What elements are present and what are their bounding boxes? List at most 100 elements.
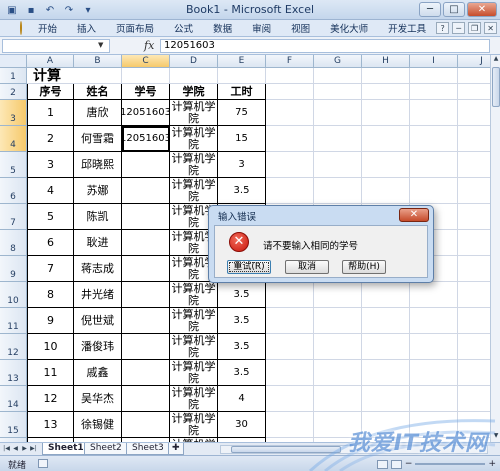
cell-a5[interactable]: 3 xyxy=(27,152,74,178)
cell-g3[interactable] xyxy=(314,100,362,126)
column-header-i[interactable]: I xyxy=(410,55,458,68)
formula-input[interactable]: 12051603 xyxy=(160,39,490,53)
column-header-f[interactable]: F xyxy=(266,55,314,68)
column-header-g[interactable]: G xyxy=(314,55,362,68)
doc-close-icon[interactable]: ✕ xyxy=(484,22,498,34)
tab-data[interactable]: 数据 xyxy=(203,21,242,35)
row-header-5[interactable]: 5 xyxy=(0,152,27,178)
cell-d5[interactable]: 计算机学院 xyxy=(170,152,218,178)
cell-a13[interactable]: 11 xyxy=(27,360,74,386)
cell-b15[interactable]: 徐锡健 xyxy=(74,412,122,438)
cell-h4[interactable] xyxy=(362,126,410,152)
cell-b7[interactable]: 陈凯 xyxy=(74,204,122,230)
row-header-4[interactable]: 4 xyxy=(0,126,27,152)
cell-c7[interactable] xyxy=(122,204,170,230)
cell-a15[interactable]: 13 xyxy=(27,412,74,438)
cell-e2[interactable]: 工时 xyxy=(218,84,266,100)
cell-h10[interactable] xyxy=(362,282,410,308)
cell-a3[interactable]: 1 xyxy=(27,100,74,126)
cell-e14[interactable]: 4 xyxy=(218,386,266,412)
cell-j4[interactable] xyxy=(458,126,490,152)
cell-c13[interactable] xyxy=(122,360,170,386)
row-header-11[interactable]: 11 xyxy=(0,308,27,334)
doc-restore-icon[interactable]: ❐ xyxy=(468,22,482,34)
cell-b14[interactable]: 吴华杰 xyxy=(74,386,122,412)
cell-c1[interactable] xyxy=(122,68,170,84)
column-header-c[interactable]: C xyxy=(122,55,170,68)
row-header-15[interactable]: 15 xyxy=(0,412,27,438)
column-header-b[interactable]: B xyxy=(74,55,122,68)
tab-insert[interactable]: 插入 xyxy=(67,21,106,35)
cell-b10[interactable]: 井光绪 xyxy=(74,282,122,308)
cell-h11[interactable] xyxy=(362,308,410,334)
sheet-tab-3[interactable]: Sheet3 xyxy=(126,443,170,455)
cell-b5[interactable]: 邱晓熙 xyxy=(74,152,122,178)
cell-i2[interactable] xyxy=(410,84,458,100)
cell-c5[interactable] xyxy=(122,152,170,178)
cell-e1[interactable] xyxy=(218,68,266,84)
cell-g6[interactable] xyxy=(314,178,362,204)
cell-j15[interactable] xyxy=(458,412,490,438)
cell-e11[interactable]: 3.5 xyxy=(218,308,266,334)
cell-j5[interactable] xyxy=(458,152,490,178)
insert-sheet-icon[interactable]: ✚ xyxy=(168,443,184,455)
tab-review[interactable]: 审阅 xyxy=(242,21,281,35)
cell-i13[interactable] xyxy=(410,360,458,386)
cell-c11[interactable] xyxy=(122,308,170,334)
cancel-button[interactable]: 取消 xyxy=(285,260,329,274)
next-sheet-icon[interactable]: ▶ xyxy=(20,444,29,454)
cell-h6[interactable] xyxy=(362,178,410,204)
zoom-out-icon[interactable]: − xyxy=(405,459,413,469)
scroll-down-icon[interactable]: ▼ xyxy=(491,432,500,442)
cell-b12[interactable]: 潘俊玮 xyxy=(74,334,122,360)
cell-g1[interactable] xyxy=(314,68,362,84)
row-header-7[interactable]: 7 xyxy=(0,204,27,230)
cell-d10[interactable]: 计算机学院 xyxy=(170,282,218,308)
cell-g11[interactable] xyxy=(314,308,362,334)
cell-j10[interactable] xyxy=(458,282,490,308)
cell-e3[interactable]: 75 xyxy=(218,100,266,126)
macro-record-icon[interactable] xyxy=(38,459,48,468)
name-box[interactable] xyxy=(2,39,110,53)
cell-g14[interactable] xyxy=(314,386,362,412)
doc-minimize-icon[interactable]: ─ xyxy=(452,22,466,34)
tab-view[interactable]: 视图 xyxy=(281,21,320,35)
row-header-6[interactable]: 6 xyxy=(0,178,27,204)
cell-h5[interactable] xyxy=(362,152,410,178)
cell-d12[interactable]: 计算机学院 xyxy=(170,334,218,360)
cell-j9[interactable] xyxy=(458,256,490,282)
tab-home[interactable]: 开始 xyxy=(28,21,67,35)
row-header-1[interactable]: 1 xyxy=(0,68,27,84)
zoom-in-icon[interactable]: + xyxy=(488,459,496,469)
last-sheet-icon[interactable]: ▶| xyxy=(29,444,38,454)
cell-f13[interactable] xyxy=(266,360,314,386)
retry-button[interactable]: 重试(R) xyxy=(227,260,271,274)
help-icon[interactable]: ? xyxy=(436,22,450,34)
cell-h15[interactable] xyxy=(362,412,410,438)
cell-d4[interactable]: 计算机学院 xyxy=(170,126,218,152)
minimize-button[interactable]: ─ xyxy=(419,2,441,17)
row-header-2[interactable]: 2 xyxy=(0,84,27,100)
cell-d11[interactable]: 计算机学院 xyxy=(170,308,218,334)
cell-e4[interactable]: 15 xyxy=(218,126,266,152)
cell-j6[interactable] xyxy=(458,178,490,204)
cell-d15[interactable]: 计算机学院 xyxy=(170,412,218,438)
cell-a2[interactable]: 序号 xyxy=(27,84,74,100)
cell-d14[interactable]: 计算机学院 xyxy=(170,386,218,412)
cell-h13[interactable] xyxy=(362,360,410,386)
first-sheet-icon[interactable]: |◀ xyxy=(2,444,11,454)
cell-j8[interactable] xyxy=(458,230,490,256)
cell-f5[interactable] xyxy=(266,152,314,178)
cell-d3[interactable]: 计算机学院 xyxy=(170,100,218,126)
insert-function-icon[interactable]: fx xyxy=(144,39,154,52)
cell-g13[interactable] xyxy=(314,360,362,386)
column-header-a[interactable]: A xyxy=(27,55,74,68)
cell-j1[interactable] xyxy=(458,68,490,84)
cell-d6[interactable]: 计算机学院 xyxy=(170,178,218,204)
cell-f4[interactable] xyxy=(266,126,314,152)
cell-i11[interactable] xyxy=(410,308,458,334)
prev-sheet-icon[interactable]: ◀ xyxy=(11,444,20,454)
tab-page-layout[interactable]: 页面布局 xyxy=(106,21,164,35)
cell-e6[interactable]: 3.5 xyxy=(218,178,266,204)
cell-c2[interactable]: 学号 xyxy=(122,84,170,100)
